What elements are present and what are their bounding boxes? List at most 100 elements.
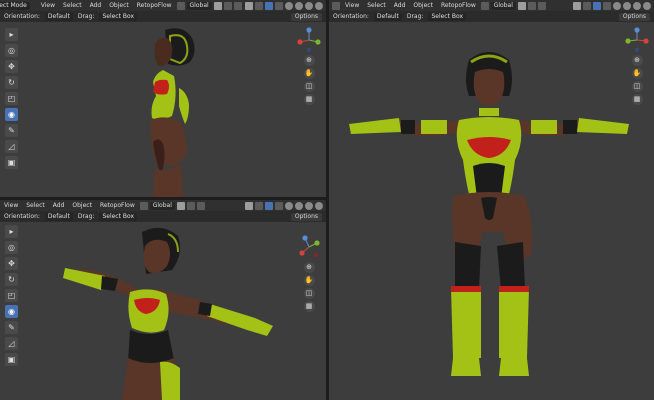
character-perspective-view[interactable] <box>60 222 285 400</box>
pan-hand-icon[interactable]: ✋ <box>631 68 643 79</box>
axis-gizmo[interactable] <box>296 27 322 53</box>
shading-solid-icon[interactable] <box>295 201 303 210</box>
move-icon[interactable]: ✥ <box>5 257 18 270</box>
menu-add[interactable]: Add <box>86 0 106 11</box>
menu-view[interactable]: View <box>37 0 59 11</box>
shading-material-icon[interactable] <box>305 1 313 10</box>
rotate-icon[interactable]: ↻ <box>5 76 18 89</box>
snap-icon[interactable] <box>223 1 232 10</box>
snap-icon[interactable] <box>527 1 536 10</box>
pivot-icon[interactable] <box>213 1 222 10</box>
zoom-icon[interactable]: ⊕ <box>303 262 315 273</box>
orientation-selector[interactable]: Default <box>44 12 73 21</box>
menu-view[interactable]: View <box>0 200 22 211</box>
gizmo-toggle-icon[interactable] <box>255 201 263 210</box>
viewport-bottom-left[interactable]: View Select Add Object RetopoFlow Global… <box>0 200 326 400</box>
shading-wireframe-icon[interactable] <box>613 1 621 10</box>
grid-view-icon[interactable]: ▦ <box>303 94 315 105</box>
zoom-icon[interactable]: ⊕ <box>303 55 315 66</box>
overlay-icon[interactable] <box>265 1 273 10</box>
character-side-view[interactable] <box>125 22 205 197</box>
menu-select[interactable]: Select <box>59 0 86 11</box>
shading-wireframe-icon[interactable] <box>285 201 293 210</box>
move-icon[interactable]: ✥ <box>5 60 18 73</box>
viewport-right[interactable]: View Select Add Object RetopoFlow Global… <box>329 0 654 400</box>
menu-view[interactable]: View <box>341 0 363 11</box>
proportional-edit-icon[interactable] <box>233 1 242 10</box>
transform-orientation-selector[interactable]: Global <box>149 201 175 210</box>
cursor-icon[interactable]: ◎ <box>5 241 18 254</box>
transform-icon[interactable]: ◉ <box>5 305 18 318</box>
pivot-icon[interactable] <box>176 201 185 210</box>
menu-object[interactable]: Object <box>409 0 437 11</box>
character-front-view[interactable] <box>349 48 629 390</box>
zoom-icon[interactable]: ⊕ <box>631 55 643 66</box>
editor-type-icon[interactable] <box>332 1 340 10</box>
menu-add[interactable]: Add <box>49 200 69 211</box>
orientation-selector[interactable]: Default <box>373 12 402 21</box>
annotate-icon[interactable]: ✎ <box>5 124 18 137</box>
shading-wireframe-icon[interactable] <box>285 1 293 10</box>
pan-hand-icon[interactable]: ✋ <box>303 68 315 79</box>
add-cube-icon[interactable]: ▣ <box>5 353 18 366</box>
menu-retopoflow[interactable]: RetopoFlow <box>96 200 139 211</box>
drag-selector[interactable]: Select Box <box>428 12 467 21</box>
overlay-icon[interactable] <box>593 1 601 10</box>
measure-icon[interactable]: ◿ <box>5 337 18 350</box>
shading-material-icon[interactable] <box>633 1 641 10</box>
options-button[interactable]: Options <box>290 12 322 21</box>
shading-rendered-icon[interactable] <box>315 1 323 10</box>
shading-rendered-icon[interactable] <box>643 1 651 10</box>
visibility-icon[interactable] <box>245 1 253 10</box>
mode-selector[interactable]: Object Mode <box>0 1 30 10</box>
drag-selector[interactable]: Select Box <box>99 212 138 221</box>
select-box-icon[interactable]: ▸ <box>5 225 18 238</box>
scale-icon[interactable]: ◰ <box>5 289 18 302</box>
menu-object[interactable]: Object <box>68 200 96 211</box>
menu-select[interactable]: Select <box>22 200 49 211</box>
xray-icon[interactable] <box>603 1 611 10</box>
axis-gizmo[interactable] <box>296 234 322 260</box>
menu-add[interactable]: Add <box>390 0 410 11</box>
select-box-icon[interactable]: ▸ <box>5 28 18 41</box>
cursor-icon[interactable]: ◎ <box>5 44 18 57</box>
camera-icon[interactable]: ◫ <box>303 288 315 299</box>
grid-view-icon[interactable]: ▦ <box>631 94 643 105</box>
shading-material-icon[interactable] <box>305 201 313 210</box>
shading-solid-icon[interactable] <box>295 1 303 10</box>
xray-icon[interactable] <box>275 201 283 210</box>
overlay-icon[interactable] <box>265 201 273 210</box>
camera-icon[interactable]: ◫ <box>303 81 315 92</box>
transform-orientation-selector[interactable]: Global <box>490 1 516 10</box>
menu-retopoflow[interactable]: RetopoFlow <box>133 0 176 11</box>
transform-icon[interactable]: ◉ <box>5 108 18 121</box>
pivot-icon[interactable] <box>517 1 526 10</box>
menu-object[interactable]: Object <box>105 0 133 11</box>
drag-selector[interactable]: Select Box <box>99 12 138 21</box>
rotate-icon[interactable]: ↻ <box>5 273 18 286</box>
visibility-icon[interactable] <box>573 1 581 10</box>
orientation-selector[interactable]: Default <box>44 212 73 221</box>
visibility-icon[interactable] <box>245 201 253 210</box>
pan-hand-icon[interactable]: ✋ <box>303 275 315 286</box>
camera-icon[interactable]: ◫ <box>631 81 643 92</box>
shading-solid-icon[interactable] <box>623 1 631 10</box>
transform-orientation-selector[interactable]: Global <box>186 1 212 10</box>
shading-rendered-icon[interactable] <box>315 201 323 210</box>
options-button[interactable]: Options <box>290 212 322 221</box>
options-button[interactable]: Options <box>618 12 650 21</box>
add-cube-icon[interactable]: ▣ <box>5 156 18 169</box>
measure-icon[interactable]: ◿ <box>5 140 18 153</box>
annotate-icon[interactable]: ✎ <box>5 321 18 334</box>
snap-icon[interactable] <box>186 201 195 210</box>
gizmo-toggle-icon[interactable] <box>583 1 591 10</box>
menu-retopoflow[interactable]: RetopoFlow <box>437 0 480 11</box>
viewport-top-left[interactable]: Object Mode View Select Add Object Retop… <box>0 0 326 197</box>
scale-icon[interactable]: ◰ <box>5 92 18 105</box>
xray-icon[interactable] <box>275 1 283 10</box>
grid-view-icon[interactable]: ▦ <box>303 301 315 312</box>
proportional-edit-icon[interactable] <box>537 1 546 10</box>
gizmo-toggle-icon[interactable] <box>255 1 263 10</box>
proportional-edit-icon[interactable] <box>196 201 205 210</box>
menu-select[interactable]: Select <box>363 0 390 11</box>
